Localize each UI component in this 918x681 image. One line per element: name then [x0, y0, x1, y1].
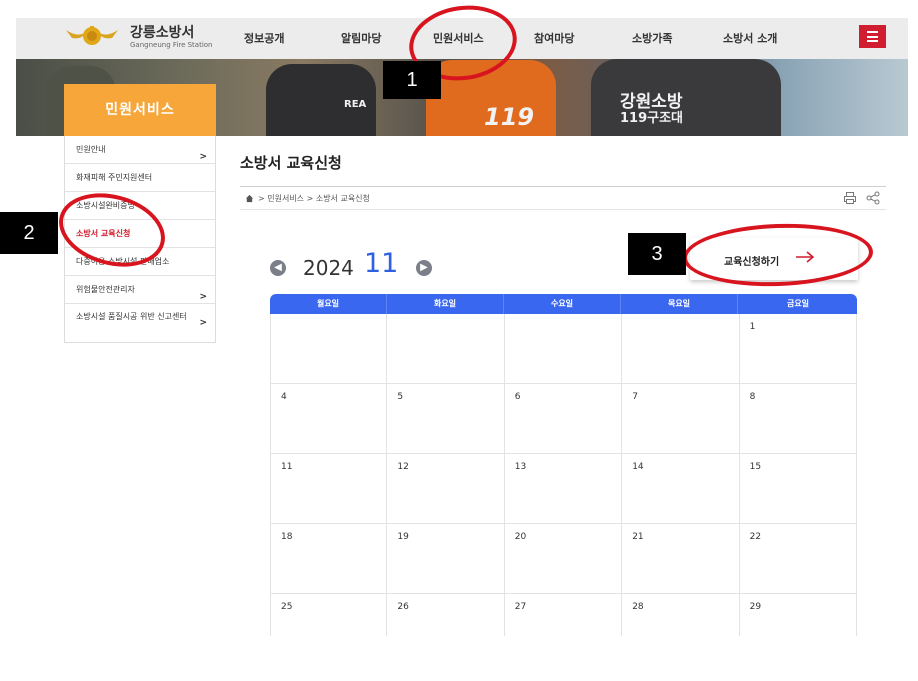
calendar-day-cell[interactable]: 13	[504, 454, 623, 524]
calendar-day-number: 26	[397, 602, 409, 612]
arrow-right-circle-icon[interactable]: ▶	[416, 260, 432, 276]
sidebar-item-label: 소방시설 품질시공 위반 신고센터	[76, 312, 187, 321]
sidebar-item-fire-damage-support[interactable]: 화재피해 주민지원센터	[65, 164, 215, 192]
calendar-day-cell[interactable]: 12	[387, 454, 505, 524]
weekday-wed: 수요일	[504, 294, 621, 314]
education-calendar: 월요일 화요일 수요일 목요일 금요일 1 4 5 6 7 8 11 12 13 14 15 18 19…	[270, 294, 857, 636]
nav-fire-family[interactable]: 소방가족	[632, 30, 672, 46]
calendar-day-cell[interactable]: 15	[739, 454, 857, 524]
calendar-day-cell	[504, 314, 623, 384]
calendar-day-cell[interactable]: 14	[622, 454, 740, 524]
breadcrumb: > 민원서비스 > 소방서 교육신청	[240, 186, 886, 210]
home-icon[interactable]	[245, 194, 254, 203]
calendar-day-cell[interactable]: 29	[740, 594, 857, 636]
weekday-fri: 금요일	[786, 299, 810, 308]
nav-info-disclosure[interactable]: 정보공개	[244, 30, 284, 46]
banner-vest-text-rescue: 119구조대	[620, 111, 684, 126]
calendar-day-number: 29	[749, 602, 762, 612]
calendar-day-cell	[270, 314, 388, 384]
calendar-day-cell[interactable]: 27	[505, 594, 623, 636]
calendar-day-number: 25	[281, 602, 293, 612]
calendar-day-cell[interactable]: 22	[739, 524, 857, 594]
calendar-day-cell	[387, 314, 505, 384]
calendar-day-cell[interactable]: 21	[622, 524, 740, 594]
calendar-month: 11	[364, 248, 399, 279]
calendar-day-number: 27	[514, 602, 527, 612]
calendar-day-number: 1	[749, 322, 756, 332]
calendar-day-number: 12	[397, 462, 409, 472]
print-icon[interactable]	[843, 191, 857, 205]
weekday-mon: 월요일	[270, 294, 387, 314]
nav-notice[interactable]: 알림마당	[341, 30, 381, 46]
page-title: 소방서 교육신청	[240, 154, 342, 172]
logo-subtitle: Gangneung Fire Station	[130, 41, 213, 49]
calendar-day-cell[interactable]: 20	[504, 524, 623, 594]
calendar-day-number: 21	[632, 532, 644, 542]
calendar-weekday-header: 월요일 화요일 수요일 목요일 금요일	[270, 294, 857, 314]
annotation-label-3: 3	[628, 233, 686, 275]
breadcrumb-path: > 민원서비스 > 소방서 교육신청	[258, 194, 370, 203]
calendar-day-cell[interactable]: 19	[387, 524, 505, 594]
calendar-day-number: 22	[749, 532, 762, 542]
hamburger-icon[interactable]	[859, 25, 886, 48]
nav-station-intro[interactable]: 소방서 소개	[723, 30, 777, 46]
calendar-day-cell[interactable]: 25	[270, 594, 388, 636]
sidebar-item-label: 화재피해 주민지원센터	[76, 173, 153, 182]
calendar-day-cell[interactable]: 4	[270, 384, 388, 454]
calendar-day-number: 11	[281, 462, 293, 472]
arrow-left-circle-icon[interactable]: ◀	[270, 260, 286, 276]
calendar-day-cell[interactable]: 11	[270, 454, 388, 524]
sidebar-item-civil-guide[interactable]: 민원안내 >	[65, 136, 215, 164]
calendar-day-cell[interactable]: 18	[270, 524, 388, 594]
annotation-label-1: 1	[383, 61, 441, 99]
sidebar-item-violation-report[interactable]: 소방시설 품질시공 위반 신고센터 >	[65, 304, 215, 342]
sidebar-item-hazmat-manager[interactable]: 위험물안전관리자 >	[65, 276, 215, 304]
calendar-day-number: 7	[632, 392, 638, 402]
calendar-day-cell[interactable]: 8	[739, 384, 857, 454]
calendar-day-cell[interactable]: 26	[387, 594, 505, 636]
site-logo[interactable]: 강릉소방서 Gangneung Fire Station	[64, 22, 214, 54]
calendar-day-number: 6	[514, 392, 521, 402]
weekday-tue: 화요일	[387, 294, 504, 314]
calendar-day-cell[interactable]: 1	[739, 314, 857, 384]
share-icon[interactable]	[866, 191, 880, 205]
calendar-day-number: 14	[632, 462, 644, 472]
calendar-day-number: 18	[281, 532, 293, 542]
sidebar-item-label: 민원안내	[76, 145, 106, 154]
calendar-day-number: 4	[281, 392, 287, 402]
calendar-day-cell[interactable]: 5	[387, 384, 505, 454]
calendar-day-number: 8	[749, 392, 756, 402]
logo-title: 강릉소방서	[130, 25, 195, 41]
calendar-day-number: 13	[514, 462, 527, 472]
annotation-label-2: 2	[0, 212, 58, 254]
banner-vest-text-119: 119	[484, 103, 535, 131]
sidebar-item-label: 위험물안전관리자	[76, 285, 135, 294]
section-title: 민원서비스	[64, 84, 216, 136]
calendar-day-number: 19	[397, 532, 409, 542]
calendar-day-number: 5	[397, 392, 404, 402]
calendar-day-cell	[622, 314, 740, 384]
calendar-year: 2024	[303, 256, 354, 280]
banner-vest-text-rea: REA	[344, 99, 367, 110]
calendar-day-cell[interactable]: 6	[504, 384, 623, 454]
weekday-thu: 목요일	[621, 294, 738, 314]
calendar-day-number: 15	[749, 462, 762, 472]
calendar-day-cell[interactable]: 28	[622, 594, 740, 636]
calendar-day-number: 20	[514, 532, 527, 542]
fire-station-emblem-icon	[66, 26, 118, 45]
chevron-right-icon: >	[199, 318, 207, 328]
nav-participation[interactable]: 참여마당	[534, 30, 574, 46]
calendar-day-number: 28	[632, 602, 644, 612]
month-navigator: ◀ 2024 11 ▶	[270, 248, 450, 282]
calendar-day-cell[interactable]: 7	[622, 384, 740, 454]
